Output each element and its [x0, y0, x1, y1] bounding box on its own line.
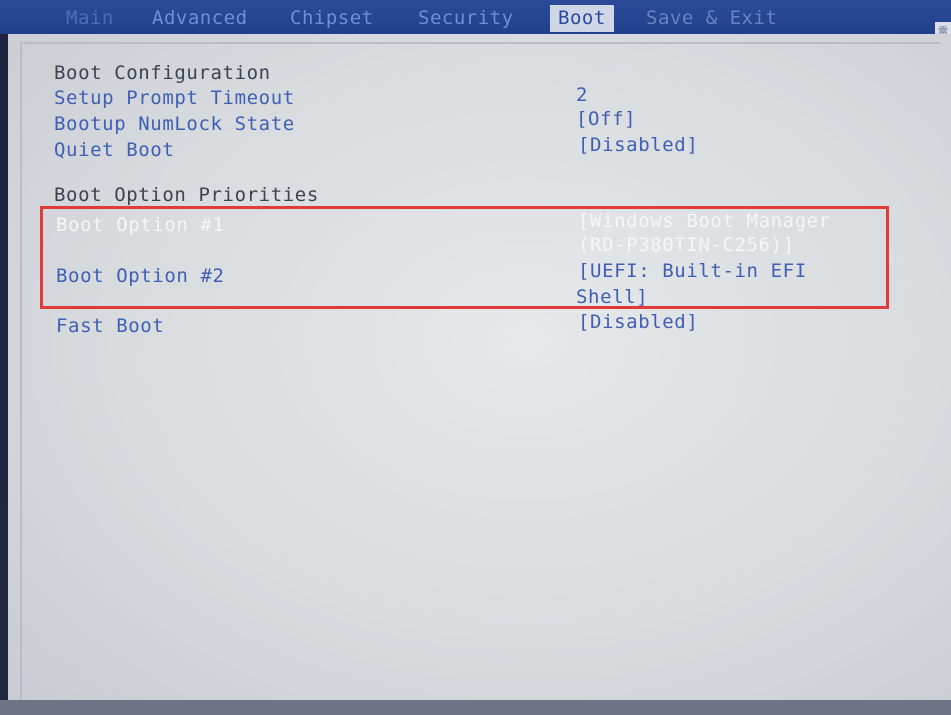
setup-prompt-timeout-label[interactable]: Setup Prompt Timeout: [54, 87, 295, 109]
boot-options-highlight-box: [40, 206, 889, 309]
screen-bottom-edge: [0, 700, 951, 715]
boot-settings-panel: Boot Configuration Setup Prompt Timeout …: [8, 34, 951, 715]
section-title-boot-configuration: Boot Configuration: [54, 62, 271, 84]
bootup-numlock-state-label[interactable]: Bootup NumLock State: [54, 113, 295, 135]
tab-main[interactable]: Main: [66, 6, 114, 30]
tab-security[interactable]: Security: [418, 6, 514, 30]
tab-advanced[interactable]: Advanced: [152, 6, 248, 30]
bootup-numlock-state-value[interactable]: [Off]: [576, 108, 636, 130]
tab-bar: Main Advanced Chipset Security Boot Save…: [0, 0, 951, 34]
fast-boot-value[interactable]: [Disabled]: [578, 311, 698, 333]
tab-save-exit[interactable]: Save & Exit: [646, 6, 777, 30]
tab-boot[interactable]: Boot: [550, 5, 614, 32]
quiet-boot-value[interactable]: [Disabled]: [578, 134, 698, 156]
bios-screen: Main Advanced Chipset Security Boot Save…: [0, 0, 951, 715]
section-title-boot-option-priorities: Boot Option Priorities: [54, 184, 319, 206]
quiet-boot-label[interactable]: Quiet Boot: [54, 139, 174, 161]
tab-chipset[interactable]: Chipset: [290, 6, 374, 30]
setup-prompt-timeout-value[interactable]: 2: [576, 84, 588, 106]
fast-boot-label[interactable]: Fast Boot: [56, 315, 164, 337]
